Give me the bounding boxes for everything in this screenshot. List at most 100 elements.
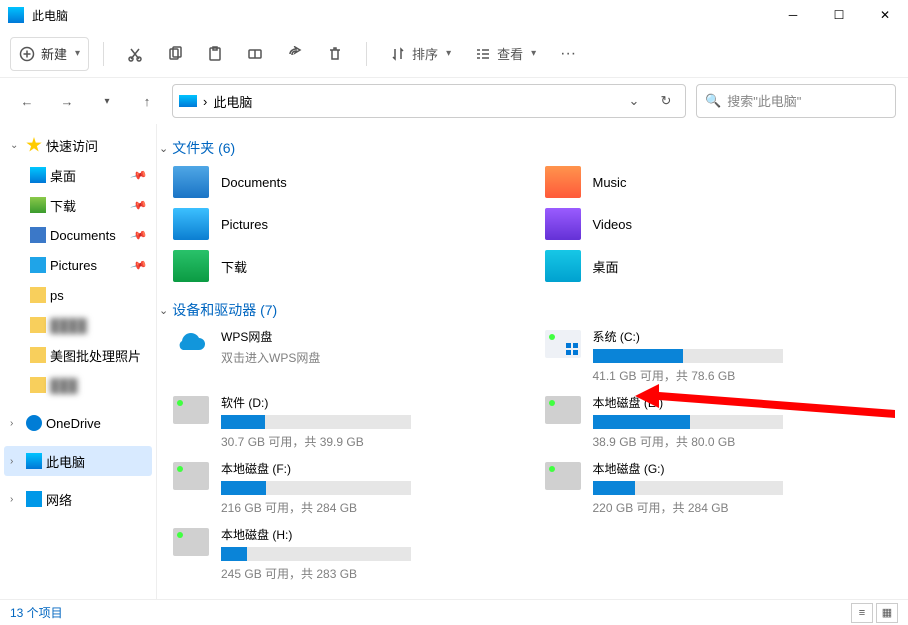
content: ⌄ 文件夹 (6) Documents Music Pictures Videos 下载… bbox=[156, 124, 908, 599]
folder-item[interactable]: Videos bbox=[545, 208, 897, 240]
folder-icon bbox=[30, 257, 46, 273]
sidebar-item[interactable]: Documents 📌 bbox=[4, 220, 152, 250]
sidebar-item-label: ███ bbox=[50, 378, 78, 393]
sidebar-this-pc[interactable]: › 此电脑 bbox=[4, 446, 152, 476]
sidebar-item[interactable]: 美图批处理照片 bbox=[4, 340, 152, 370]
clipboard-icon bbox=[207, 46, 223, 62]
search-input[interactable] bbox=[727, 94, 887, 109]
share-icon bbox=[287, 46, 303, 62]
drive-item[interactable]: 系统 (C:)41.1 GB 可用，共 78.6 GB bbox=[545, 328, 897, 384]
minimize-button[interactable]: ─ bbox=[770, 0, 816, 30]
details-view-button[interactable]: ≡ bbox=[851, 603, 873, 623]
folder-item[interactable]: 桌面 bbox=[545, 250, 897, 282]
search-box[interactable]: 🔍 bbox=[696, 84, 896, 118]
up-button[interactable]: ↑ bbox=[132, 86, 162, 116]
paste-button[interactable] bbox=[198, 37, 232, 71]
folder-item[interactable]: Documents bbox=[173, 166, 525, 198]
chevron-down-icon: ▾ bbox=[75, 48, 80, 59]
section-title: 设备和驱动器 (7) bbox=[172, 300, 277, 320]
drive-footer: 30.7 GB 可用，共 39.9 GB bbox=[221, 433, 525, 450]
sidebar-item[interactable]: 下载📌 bbox=[4, 190, 152, 220]
sidebar-onedrive[interactable]: › OneDrive bbox=[4, 408, 152, 438]
copy-button[interactable] bbox=[158, 37, 192, 71]
caret-right-icon: › bbox=[10, 418, 22, 429]
maximize-button[interactable]: ☐ bbox=[816, 0, 862, 30]
breadcrumb[interactable]: 此电脑 bbox=[213, 92, 252, 111]
star-icon bbox=[26, 137, 42, 153]
sort-label: 排序 bbox=[412, 44, 438, 63]
drive-item[interactable]: 软件 (D:)30.7 GB 可用，共 39.9 GB bbox=[173, 394, 525, 450]
trash-icon bbox=[327, 46, 343, 62]
caret-down-icon: ⌄ bbox=[159, 304, 168, 317]
sidebar-item-label: ps bbox=[50, 288, 64, 303]
close-button[interactable]: ✕ bbox=[862, 0, 908, 30]
folder-item[interactable]: 下载 bbox=[173, 250, 525, 282]
share-button[interactable] bbox=[278, 37, 312, 71]
folder-icon bbox=[30, 167, 46, 183]
folder-icon bbox=[30, 347, 46, 363]
drive-item[interactable]: 本地磁盘 (H:)245 GB 可用，共 283 GB bbox=[173, 526, 525, 582]
new-button[interactable]: 新建 ▾ bbox=[10, 37, 89, 71]
rename-button[interactable] bbox=[238, 37, 272, 71]
refresh-button[interactable]: ↻ bbox=[653, 88, 679, 114]
view-button[interactable]: 查看 ▾ bbox=[466, 37, 545, 71]
drive-title: 本地磁盘 (H:) bbox=[221, 526, 525, 543]
delete-button[interactable] bbox=[318, 37, 352, 71]
usage-bar bbox=[593, 481, 783, 495]
folder-icon bbox=[30, 197, 46, 213]
folder-icon bbox=[30, 377, 46, 393]
sidebar-item-label: 美图批处理照片 bbox=[50, 346, 141, 365]
drive-icon bbox=[173, 528, 209, 556]
sidebar-item[interactable]: Pictures📌 bbox=[4, 250, 152, 280]
sidebar-item[interactable]: ps bbox=[4, 280, 152, 310]
usage-bar bbox=[221, 547, 411, 561]
cut-button[interactable] bbox=[118, 37, 152, 71]
sidebar-item[interactable]: ████ bbox=[4, 310, 152, 340]
usage-bar bbox=[593, 415, 783, 429]
drive-item[interactable]: 本地磁盘 (E:)38.9 GB 可用，共 80.0 GB bbox=[545, 394, 897, 450]
forward-button[interactable]: → bbox=[52, 86, 82, 116]
folder-icon bbox=[545, 166, 581, 198]
sidebar-label: OneDrive bbox=[46, 416, 101, 431]
sidebar-item-label: Documents bbox=[50, 228, 116, 243]
folder-item[interactable]: Music bbox=[545, 166, 897, 198]
usage-bar bbox=[593, 349, 783, 363]
back-button[interactable]: ← bbox=[12, 86, 42, 116]
drive-icon bbox=[545, 330, 581, 358]
sidebar-item-label: 桌面 bbox=[50, 166, 76, 185]
drive-icon bbox=[545, 396, 581, 424]
separator bbox=[366, 42, 367, 66]
drive-footer: 220 GB 可用，共 284 GB bbox=[593, 499, 897, 516]
sidebar-item-label: Pictures bbox=[50, 258, 97, 273]
folder-icon bbox=[30, 317, 46, 333]
section-folders[interactable]: ⌄ 文件夹 (6) bbox=[159, 138, 896, 158]
usage-bar bbox=[221, 415, 411, 429]
caret-down-icon: ⌄ bbox=[10, 140, 22, 151]
scissors-icon bbox=[127, 46, 143, 62]
address-bar[interactable]: › 此电脑 ⌄ ↻ bbox=[172, 84, 686, 118]
drive-icon bbox=[545, 462, 581, 490]
sidebar-quick-access[interactable]: ⌄ 快速访问 bbox=[4, 130, 152, 160]
history-dropdown[interactable]: ▾ bbox=[92, 86, 122, 116]
folders-grid: Documents Music Pictures Videos 下载桌面 bbox=[173, 166, 896, 282]
sidebar-network[interactable]: › 网络 bbox=[4, 484, 152, 514]
section-drives[interactable]: ⌄ 设备和驱动器 (7) bbox=[159, 300, 896, 320]
sort-button[interactable]: 排序 ▾ bbox=[381, 37, 460, 71]
drive-subtitle: 双击进入WPS网盘 bbox=[221, 349, 525, 366]
sidebar-item[interactable]: 桌面📌 bbox=[4, 160, 152, 190]
pin-icon: 📌 bbox=[130, 226, 148, 244]
folder-icon bbox=[30, 287, 46, 303]
nav-row: ← → ▾ ↑ › 此电脑 ⌄ ↻ 🔍 bbox=[0, 78, 908, 124]
sidebar-item[interactable]: ███ bbox=[4, 370, 152, 400]
view-icon bbox=[475, 46, 491, 62]
address-dropdown[interactable]: ⌄ bbox=[621, 88, 647, 114]
tiles-view-button[interactable]: ▦ bbox=[876, 603, 898, 623]
more-button[interactable]: ··· bbox=[551, 37, 585, 71]
drive-item[interactable]: 本地磁盘 (G:)220 GB 可用，共 284 GB bbox=[545, 460, 897, 516]
drive-item[interactable]: 本地磁盘 (F:)216 GB 可用，共 284 GB bbox=[173, 460, 525, 516]
folder-icon bbox=[545, 208, 581, 240]
folder-item[interactable]: Pictures bbox=[173, 208, 525, 240]
rename-icon bbox=[247, 46, 263, 62]
sidebar-label: 网络 bbox=[46, 490, 72, 509]
wps-drive-item[interactable]: WPS网盘双击进入WPS网盘 bbox=[173, 328, 525, 384]
